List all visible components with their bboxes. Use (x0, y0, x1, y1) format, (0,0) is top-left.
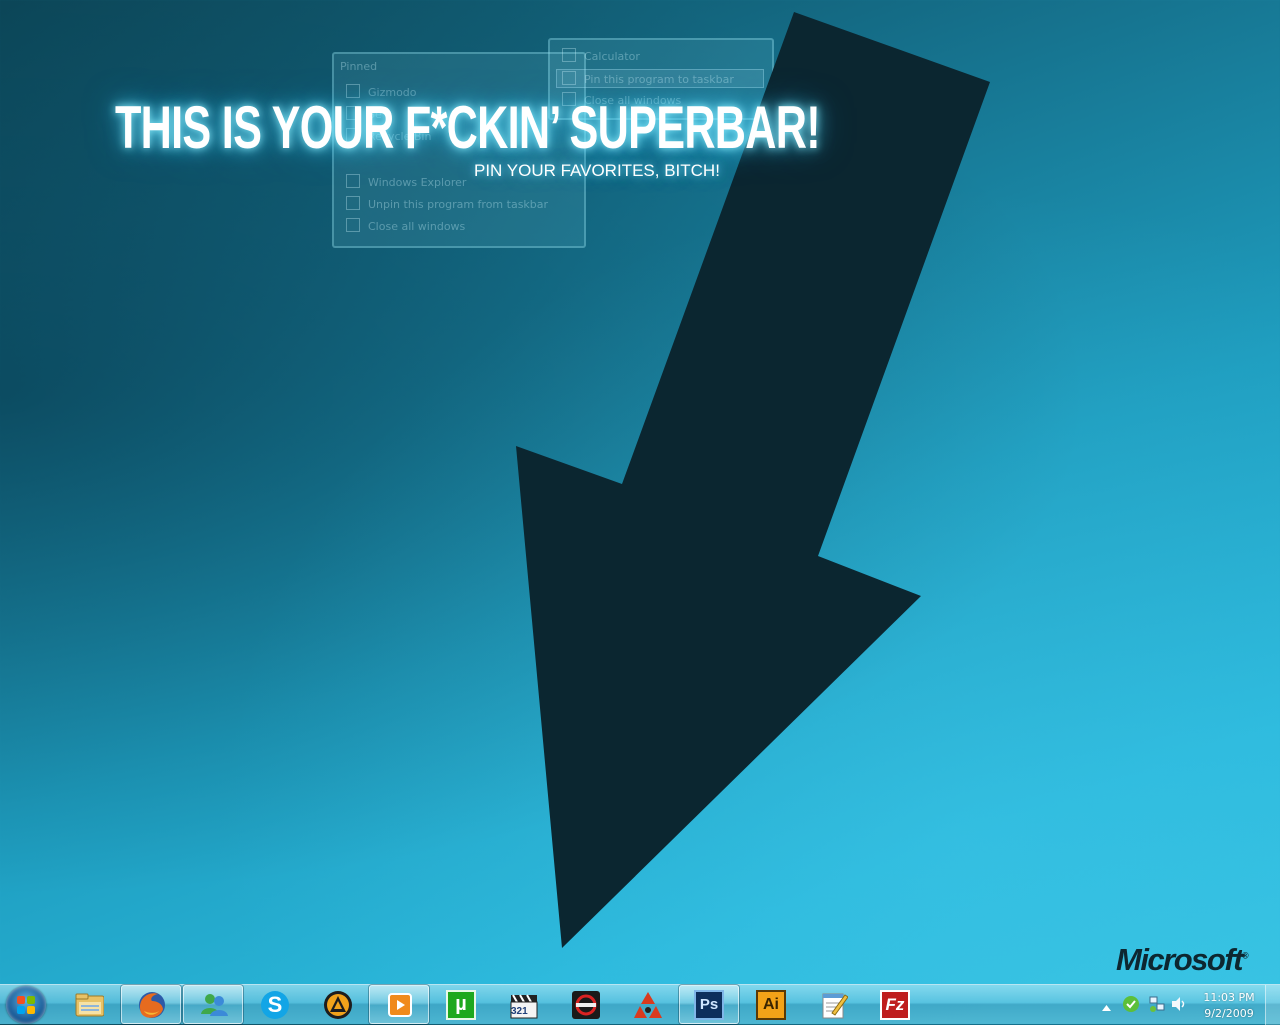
utorrent-icon: µ (446, 989, 476, 1020)
taskbar-button-notepad[interactable] (803, 985, 863, 1024)
propeller-icon (632, 990, 662, 1020)
taskbar-button-utorrent[interactable]: µ (431, 985, 491, 1024)
reason-icon (570, 990, 600, 1020)
microsoft-logo: Microsoft® (1116, 942, 1249, 977)
taskbar-button-filezilla[interactable]: Fz (865, 985, 925, 1024)
taskbar-button-illustrator[interactable]: Ai (741, 985, 801, 1024)
illustrator-icon: Ai (756, 989, 786, 1020)
firefox-icon (136, 990, 166, 1020)
network-icon[interactable] (1148, 995, 1166, 1018)
show-hidden-icons-chevron-up-icon[interactable] (1102, 999, 1111, 1017)
security-shield-icon[interactable] (1122, 995, 1140, 1018)
taskbar: S µ 321 Ps Ai Fz 11:03 PM 9/2/2009 (0, 984, 1280, 1025)
taskbar-button-media-player[interactable] (369, 985, 429, 1024)
clapper-icon: 321 (508, 990, 538, 1020)
windows-logo-icon (17, 996, 35, 1014)
photoshop-icon: Ps (694, 989, 724, 1020)
wallpaper-headline: THIS IS YOUR F*CKIN’ SUPERBAR! (115, 94, 821, 161)
notepad-icon (818, 990, 848, 1020)
taskbar-button-messenger[interactable] (183, 985, 243, 1024)
wallpaper-subline: PIN YOUR FAVORITES, BITCH! (474, 161, 720, 180)
taskbar-button-skype[interactable]: S (245, 985, 305, 1024)
volume-icon[interactable] (1170, 996, 1188, 1017)
taskbar-button-firefox[interactable] (121, 985, 181, 1024)
taskbar-button-media-player-classic[interactable]: 321 (493, 985, 553, 1024)
show-desktop-button[interactable] (1265, 985, 1280, 1025)
clock-time: 11:03 PM (1203, 991, 1255, 1004)
media-player-icon (384, 990, 414, 1020)
folder-icon (74, 990, 104, 1020)
taskbar-button-aimp[interactable] (307, 985, 367, 1024)
clock-date: 9/2/2009 (1204, 1007, 1254, 1020)
filezilla-icon: Fz (880, 989, 910, 1020)
skype-icon: S (261, 990, 289, 1019)
taskbar-button-reason[interactable] (555, 985, 615, 1024)
desktop[interactable]: Pinned Gizmodo Se Recycle Bin Windows Ex… (0, 0, 1280, 984)
aimp-icon (322, 990, 352, 1020)
taskbar-button-photoshop[interactable]: Ps (679, 985, 739, 1024)
taskbar-button-windows-explorer[interactable] (59, 985, 119, 1024)
messenger-icon (198, 990, 228, 1020)
taskbar-button-propellerhead[interactable] (617, 985, 677, 1024)
system-clock[interactable]: 11:03 PM 9/2/2009 (1196, 990, 1262, 1022)
start-button[interactable] (6, 986, 46, 1024)
